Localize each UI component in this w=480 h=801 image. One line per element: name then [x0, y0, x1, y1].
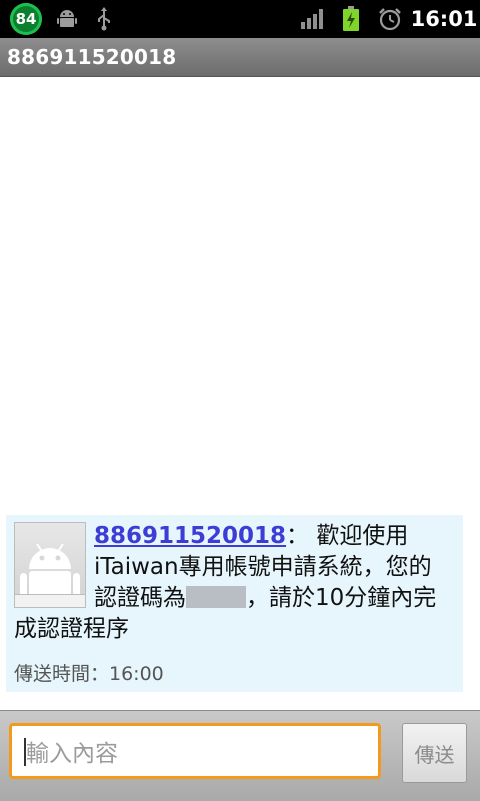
redacted-code: [186, 586, 246, 608]
page-title: 886911520018: [7, 45, 177, 69]
battery-charging-icon: [340, 0, 362, 38]
android-icon: [54, 0, 80, 38]
clock: 16:01: [410, 7, 478, 31]
composer-bar: 輸入內容 傳送: [0, 710, 480, 801]
sender-link[interactable]: 886911520018: [94, 523, 286, 549]
message-separator: ：: [286, 523, 310, 549]
notification-count-badge[interactable]: 84: [10, 3, 42, 35]
message-item[interactable]: 886911520018： 歡迎使用iTaiwan專用帳號申請系統，您的認證碼為…: [6, 515, 463, 692]
status-bar: 84 16:01: [0, 0, 480, 38]
send-button[interactable]: 傳送: [402, 723, 467, 783]
usb-icon: [92, 0, 116, 38]
signal-icon: [298, 0, 328, 38]
conversation-header: 886911520018: [0, 38, 480, 77]
message-input[interactable]: 輸入內容: [9, 723, 381, 779]
message-list[interactable]: 886911520018： 歡迎使用iTaiwan專用帳號申請系統，您的認證碼為…: [0, 77, 480, 710]
message-body: 886911520018： 歡迎使用iTaiwan專用帳號申請系統，您的認證碼為…: [14, 521, 454, 645]
message-timestamp: 傳送時間：16:00: [14, 663, 164, 685]
alarm-icon: [376, 0, 404, 38]
